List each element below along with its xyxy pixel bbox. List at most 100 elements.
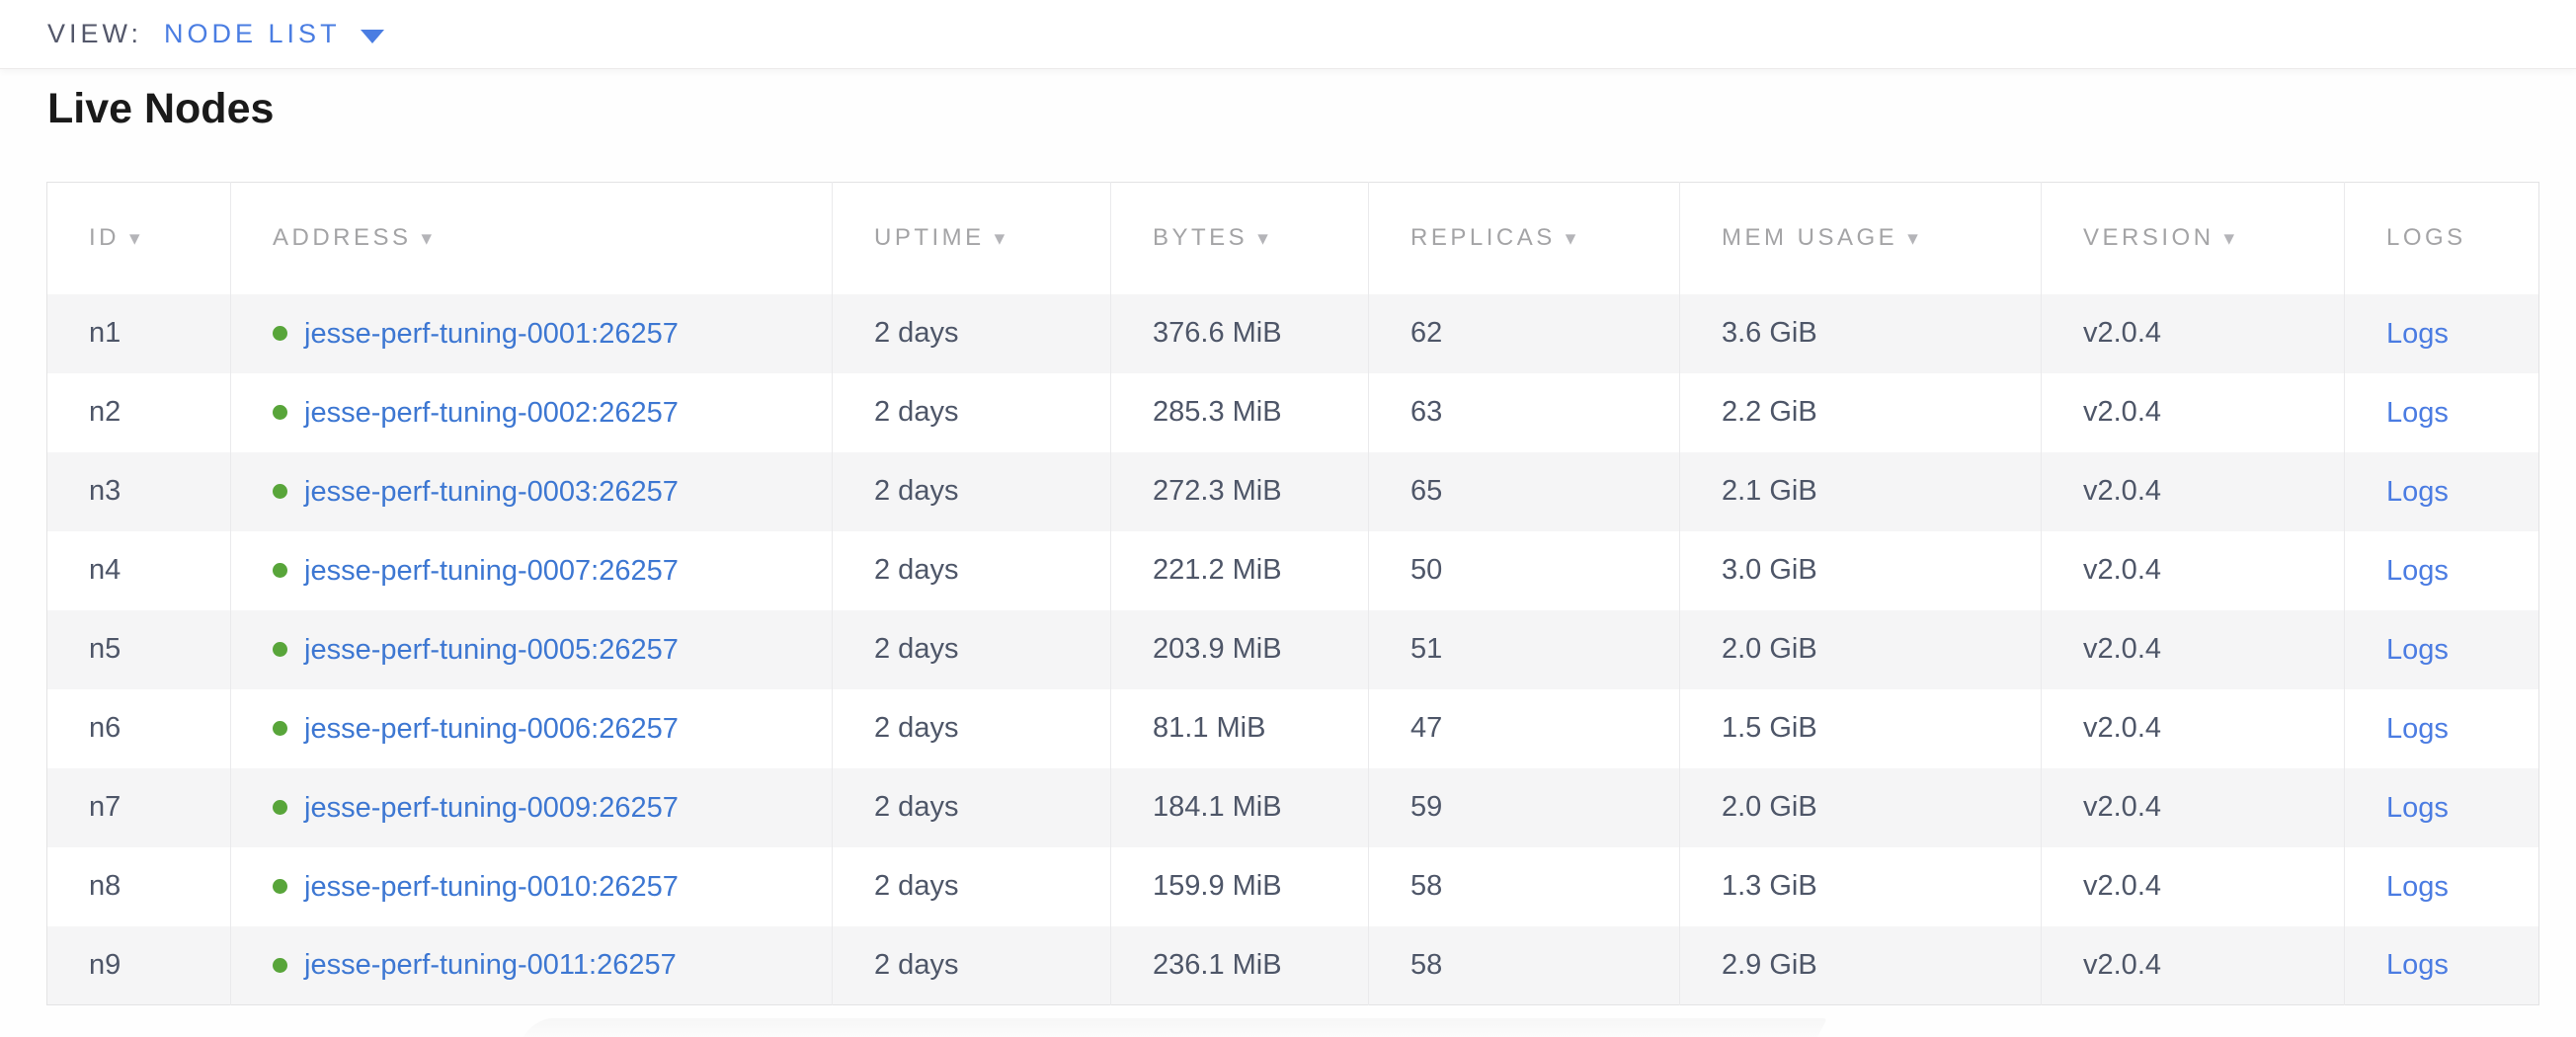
cell-node-id: n6 [47, 689, 231, 768]
cell-node-id: n3 [47, 452, 231, 531]
cell-node-id: n9 [47, 926, 231, 1005]
cell-mem-usage: 1.3 GiB [1680, 847, 2042, 926]
cell-uptime: 2 days [833, 452, 1111, 531]
logs-link[interactable]: Logs [2386, 712, 2449, 744]
cell-node-id: n8 [47, 847, 231, 926]
logs-link[interactable]: Logs [2386, 949, 2449, 981]
node-live-status-dot-icon [273, 958, 287, 973]
node-address-link[interactable]: jesse-perf-tuning-0009:26257 [304, 791, 679, 823]
column-header-address[interactable]: ADDRESS ▾ [231, 183, 833, 294]
column-label: ADDRESS [273, 224, 412, 251]
cell-replicas: 50 [1369, 531, 1680, 610]
view-selector-value: NODE LIST [164, 19, 341, 49]
table-row: n1 jesse-perf-tuning-0001:26257 2 days 3… [47, 294, 2539, 373]
cell-address: jesse-perf-tuning-0002:26257 [231, 373, 833, 452]
column-header-bytes[interactable]: BYTES▾ [1111, 183, 1369, 294]
table-row: n7 jesse-perf-tuning-0009:26257 2 days 1… [47, 768, 2539, 847]
cell-mem-usage: 2.9 GiB [1680, 926, 2042, 1005]
cell-uptime: 2 days [833, 531, 1111, 610]
logs-link[interactable]: Logs [2386, 475, 2449, 507]
sort-caret-icon: ▾ [422, 227, 433, 250]
cell-address: jesse-perf-tuning-0010:26257 [231, 847, 833, 926]
column-label: MEM USAGE [1722, 224, 1897, 251]
cell-version: v2.0.4 [2042, 610, 2345, 689]
sort-caret-icon: ▾ [129, 227, 140, 250]
node-address-link[interactable]: jesse-perf-tuning-0002:26257 [304, 396, 679, 428]
column-label: VERSION [2083, 224, 2214, 251]
cell-bytes: 184.1 MiB [1111, 768, 1369, 847]
cell-bytes: 81.1 MiB [1111, 689, 1369, 768]
column-header-mem-usage[interactable]: MEM USAGE ▾ [1680, 183, 2042, 294]
bottom-panel-edge [523, 1018, 1827, 1037]
column-header-replicas[interactable]: REPLICAS▾ [1369, 183, 1680, 294]
cell-version: v2.0.4 [2042, 531, 2345, 610]
sort-caret-icon: ▾ [1907, 227, 1918, 250]
logs-link[interactable]: Logs [2386, 633, 2449, 665]
cell-address: jesse-perf-tuning-0011:26257 [231, 926, 833, 1005]
cell-logs: Logs [2345, 452, 2539, 531]
column-label: BYTES [1153, 224, 1248, 251]
logs-link[interactable]: Logs [2386, 791, 2449, 823]
cell-bytes: 221.2 MiB [1111, 531, 1369, 610]
node-address-link[interactable]: jesse-perf-tuning-0001:26257 [304, 317, 679, 349]
cell-uptime: 2 days [833, 610, 1111, 689]
cell-uptime: 2 days [833, 926, 1111, 1005]
cell-version: v2.0.4 [2042, 452, 2345, 531]
page-title: Live Nodes [47, 85, 274, 133]
table-row: n8 jesse-perf-tuning-0010:26257 2 days 1… [47, 847, 2539, 926]
view-selector-dropdown[interactable]: NODE LIST [164, 19, 384, 49]
cell-uptime: 2 days [833, 294, 1111, 373]
node-live-status-dot-icon [273, 326, 287, 341]
cell-node-id: n7 [47, 768, 231, 847]
cell-address: jesse-perf-tuning-0009:26257 [231, 768, 833, 847]
logs-link[interactable]: Logs [2386, 317, 2449, 349]
column-label: ID [89, 224, 120, 251]
cell-version: v2.0.4 [2042, 689, 2345, 768]
cell-node-id: n2 [47, 373, 231, 452]
table-header-row: ID▾ ADDRESS▾ UPTIME▾ BYTES▾ REPLICAS▾ ME… [47, 183, 2539, 294]
column-header-uptime[interactable]: UPTIME▾ [833, 183, 1111, 294]
cell-version: v2.0.4 [2042, 768, 2345, 847]
dropdown-caret-icon [361, 30, 384, 43]
node-address-link[interactable]: jesse-perf-tuning-0003:26257 [304, 475, 679, 507]
column-label: UPTIME [874, 224, 985, 251]
cell-bytes: 272.3 MiB [1111, 452, 1369, 531]
view-label: VIEW: [47, 19, 142, 49]
cell-address: jesse-perf-tuning-0003:26257 [231, 452, 833, 531]
cell-logs: Logs [2345, 373, 2539, 452]
cell-address: jesse-perf-tuning-0001:26257 [231, 294, 833, 373]
node-live-status-dot-icon [273, 879, 287, 894]
sort-caret-icon: ▾ [1566, 227, 1576, 250]
logs-link[interactable]: Logs [2386, 870, 2449, 902]
cell-logs: Logs [2345, 926, 2539, 1005]
cell-bytes: 159.9 MiB [1111, 847, 1369, 926]
cell-logs: Logs [2345, 768, 2539, 847]
logs-link[interactable]: Logs [2386, 554, 2449, 586]
cell-uptime: 2 days [833, 689, 1111, 768]
node-address-link[interactable]: jesse-perf-tuning-0010:26257 [304, 870, 679, 902]
cell-replicas: 47 [1369, 689, 1680, 768]
table-row: n5 jesse-perf-tuning-0005:26257 2 days 2… [47, 610, 2539, 689]
node-address-link[interactable]: jesse-perf-tuning-0011:26257 [304, 949, 677, 981]
cell-logs: Logs [2345, 531, 2539, 610]
cell-logs: Logs [2345, 294, 2539, 373]
node-live-status-dot-icon [273, 642, 287, 657]
cell-bytes: 285.3 MiB [1111, 373, 1369, 452]
cell-replicas: 62 [1369, 294, 1680, 373]
column-label: LOGS [2386, 224, 2466, 251]
cell-address: jesse-perf-tuning-0007:26257 [231, 531, 833, 610]
cell-replicas: 59 [1369, 768, 1680, 847]
cell-mem-usage: 2.2 GiB [1680, 373, 2042, 452]
cell-replicas: 63 [1369, 373, 1680, 452]
table-row: n6 jesse-perf-tuning-0006:26257 2 days 8… [47, 689, 2539, 768]
node-address-link[interactable]: jesse-perf-tuning-0005:26257 [304, 633, 679, 665]
cell-node-id: n5 [47, 610, 231, 689]
node-live-status-dot-icon [273, 721, 287, 736]
cell-node-id: n4 [47, 531, 231, 610]
logs-link[interactable]: Logs [2386, 396, 2449, 428]
cell-uptime: 2 days [833, 768, 1111, 847]
column-header-version[interactable]: VERSION▾ [2042, 183, 2345, 294]
column-header-id[interactable]: ID ▾ [47, 183, 231, 294]
node-address-link[interactable]: jesse-perf-tuning-0007:26257 [304, 554, 679, 586]
node-address-link[interactable]: jesse-perf-tuning-0006:26257 [304, 712, 679, 744]
